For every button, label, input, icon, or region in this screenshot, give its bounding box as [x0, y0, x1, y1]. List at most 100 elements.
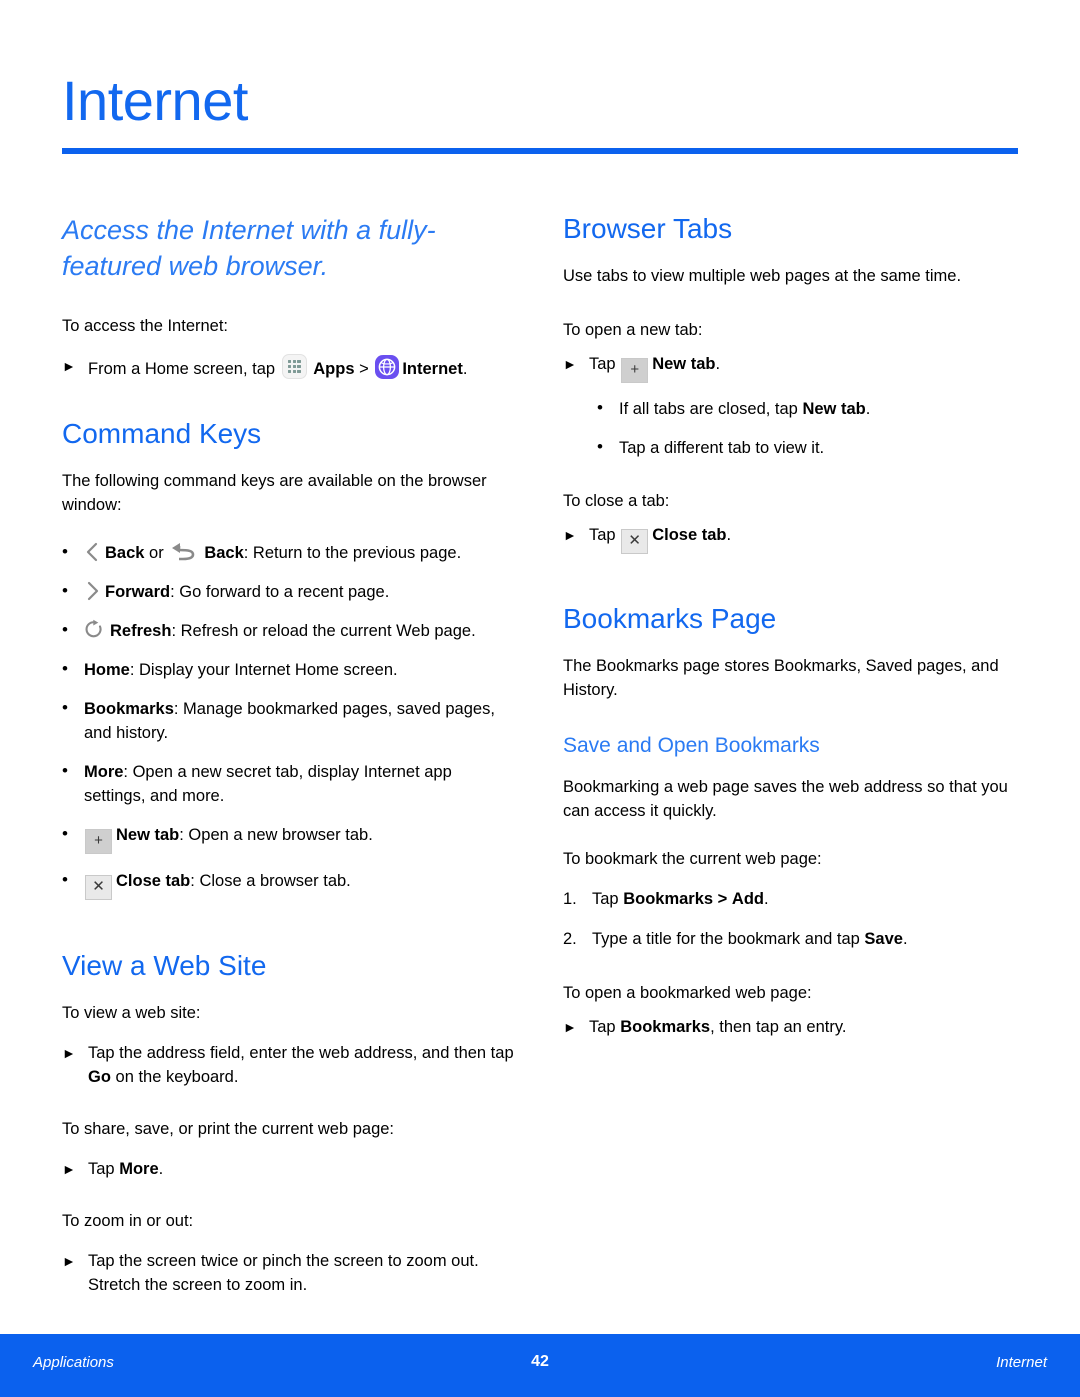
- new-tab-plus-icon: +: [85, 829, 112, 854]
- open-tab-bold: New tab: [652, 355, 716, 373]
- bullet-marker-icon: •: [62, 542, 68, 561]
- share-step: ► Tap More.: [62, 1157, 517, 1181]
- step-1-bold-1: Bookmarks: [623, 890, 714, 908]
- back-arrow-icon: [172, 543, 195, 561]
- zoom-step-body: Tap the screen twice or pinch the screen…: [88, 1252, 479, 1294]
- command-key-more-desc: : Open a new secret tab, display Interne…: [84, 763, 452, 805]
- close-tab-intro: To close a tab:: [563, 492, 670, 510]
- command-key-bookmarks-label: Bookmarks: [84, 700, 174, 718]
- footer-chapter-label: Internet: [996, 1354, 1047, 1371]
- content-columns: Access the Internet with a fully-feature…: [62, 212, 1018, 1311]
- open-tab-after: .: [715, 355, 721, 373]
- command-keys-intro: The following command keys are available…: [62, 472, 487, 514]
- open-tab-before: Tap: [589, 355, 616, 373]
- bookmark-step-1: 1. Tap Bookmarks > Add.: [563, 887, 1018, 911]
- bookmarks-page-heading: Bookmarks Page: [563, 603, 777, 634]
- bullet-marker-icon: •: [597, 437, 603, 456]
- access-step-suffix: .: [462, 360, 468, 378]
- apps-grid-dots: [287, 360, 301, 373]
- command-key-back-label-2: Back: [204, 544, 244, 562]
- document-page: Internet Access the Internet with a full…: [0, 0, 1080, 1397]
- command-key-home-label: Home: [84, 661, 130, 679]
- step-2-before: Type a title for the bookmark and tap: [592, 930, 860, 948]
- close-tab-x-icon: ✕: [85, 875, 112, 900]
- right-column: Browser Tabs Use tabs to view multiple w…: [563, 212, 1018, 1311]
- step-1-number: 1.: [563, 890, 577, 908]
- open-tab-intro: To open a new tab:: [563, 321, 703, 339]
- command-key-close-tab-label: Close tab: [116, 872, 191, 890]
- apps-label: Apps: [313, 360, 355, 378]
- arrow-marker-icon: ►: [62, 358, 76, 374]
- bookmark-step-2: 2. Type a title for the bookmark and tap…: [563, 927, 1018, 951]
- browser-tabs-heading: Browser Tabs: [563, 213, 733, 244]
- step-1-bold-2: Add: [731, 890, 764, 908]
- bullet-marker-icon: •: [62, 698, 68, 717]
- command-keys-heading: Command Keys: [62, 418, 262, 449]
- command-key-refresh-desc: : Refresh or reload the current Web page…: [171, 622, 476, 640]
- command-key-close-tab-desc: : Close a browser tab.: [190, 872, 351, 890]
- view-web-site-intro: To view a web site:: [62, 1004, 201, 1022]
- access-step-body: From a Home screen, tap Apps > Internet.: [88, 354, 517, 381]
- command-key-close-tab: • ✕ Close tab: Close a browser tab.: [62, 869, 517, 900]
- browser-tabs-intro: Use tabs to view multiple web pages at t…: [563, 267, 962, 285]
- command-key-more: • More: Open a new secret tab, display I…: [62, 760, 517, 808]
- step-1-middle: >: [717, 890, 728, 908]
- command-key-back-desc: : Return to the previous page.: [243, 544, 462, 562]
- open-tab-sub-bullet-2: • Tap a different tab to view it.: [597, 436, 1018, 460]
- zoom-intro: To zoom in or out:: [62, 1212, 194, 1230]
- access-intro: To access the Internet:: [62, 317, 229, 335]
- arrow-marker-icon: ►: [563, 1019, 577, 1035]
- bookmark-current-intro: To bookmark the current web page:: [563, 850, 822, 868]
- arrow-marker-icon: ►: [62, 1161, 76, 1177]
- command-key-forward-label: Forward: [105, 583, 171, 601]
- header-divider: [62, 148, 1018, 154]
- internet-label: Internet: [402, 360, 463, 378]
- command-key-back-joiner: or: [149, 544, 164, 562]
- arrow-marker-icon: ►: [62, 1253, 76, 1269]
- bullet-marker-icon: •: [62, 581, 68, 600]
- bullet-marker-icon: •: [62, 659, 68, 678]
- open-tab-step: ► Tap + New tab.: [563, 352, 1018, 383]
- close-tab-step: ► Tap ✕ Close tab.: [563, 523, 1018, 554]
- command-key-home-desc: : Display your Internet Home screen.: [129, 661, 398, 679]
- internet-globe-icon: [375, 355, 400, 379]
- bullet-marker-icon: •: [62, 824, 68, 843]
- close-tab-before: Tap: [589, 526, 616, 544]
- bookmarks-desc: Bookmarking a web page saves the web add…: [563, 778, 1008, 820]
- share-step-after: .: [158, 1160, 164, 1178]
- bullet-marker-icon: •: [62, 870, 68, 889]
- sub-bullet-2-text: Tap a different tab to view it.: [619, 439, 825, 457]
- page-footer: Applications 42 Internet: [0, 1334, 1080, 1397]
- command-key-new-tab-label: New tab: [116, 826, 180, 844]
- share-step-bold: More: [119, 1160, 159, 1178]
- chevron-left-icon: [86, 542, 98, 562]
- apps-grid-icon: [281, 354, 307, 379]
- step-2-bold-1: Save: [864, 930, 903, 948]
- open-bookmark-after: , then tap an entry.: [710, 1018, 847, 1036]
- open-bookmark-bold: Bookmarks: [620, 1018, 711, 1036]
- bullet-marker-icon: •: [62, 620, 68, 639]
- access-step: ► From a Home screen, tap Apps > Interne…: [62, 354, 517, 381]
- arrow-marker-icon: ►: [563, 527, 577, 543]
- view-step-before: Tap the address field, enter the web add…: [88, 1044, 514, 1062]
- close-tab-bold: Close tab: [652, 526, 727, 544]
- arrow-marker-icon: ►: [563, 356, 577, 372]
- command-key-back-label-1: Back: [105, 544, 145, 562]
- refresh-icon: [85, 619, 102, 638]
- left-column: Access the Internet with a fully-feature…: [62, 212, 517, 1311]
- open-bookmark-step: ► Tap Bookmarks, then tap an entry.: [563, 1015, 1018, 1039]
- access-step-separator: >: [359, 360, 369, 378]
- page-header: Internet: [62, 70, 1018, 154]
- view-web-site-step: ► Tap the address field, enter the web a…: [62, 1041, 517, 1089]
- bookmarks-page-intro: The Bookmarks page stores Bookmarks, Sav…: [563, 657, 999, 699]
- command-key-more-label: More: [84, 763, 124, 781]
- new-tab-plus-icon: +: [621, 358, 649, 383]
- access-step-prefix: From a Home screen, tap: [88, 360, 276, 378]
- bullet-marker-icon: •: [597, 398, 603, 417]
- step-1-after: .: [763, 890, 769, 908]
- share-intro: To share, save, or print the current web…: [62, 1120, 395, 1138]
- open-tab-sub-bullet-1: • If all tabs are closed, tap New tab.: [597, 397, 1018, 421]
- sub-bullet-1-after: .: [865, 400, 871, 418]
- arrow-marker-icon: ►: [62, 1045, 76, 1061]
- command-key-refresh-label: Refresh: [110, 622, 172, 640]
